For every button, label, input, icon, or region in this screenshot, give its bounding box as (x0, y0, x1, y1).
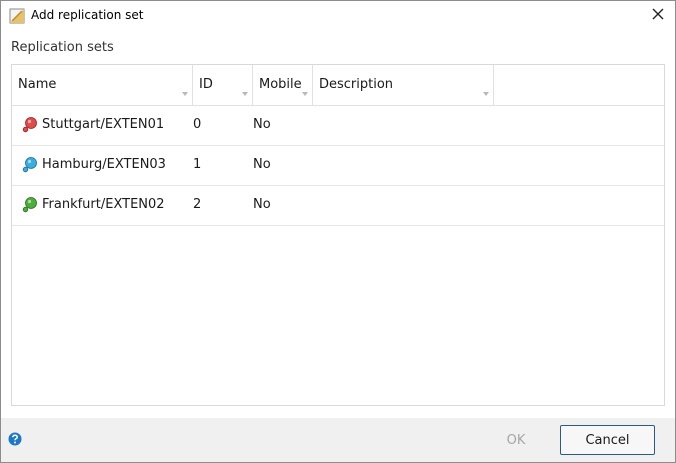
replication-sets-grid: Name ID Mobile Description Stuttgart/EXT… (11, 64, 665, 406)
cancel-button[interactable]: Cancel (560, 425, 655, 455)
row-mobile: No (253, 117, 271, 132)
location-pin-icon (22, 156, 38, 174)
sort-dropdown-icon[interactable] (182, 92, 188, 96)
sort-dropdown-icon[interactable] (302, 92, 308, 96)
column-header-mobile[interactable]: Mobile (253, 65, 313, 105)
column-header-label: Description (319, 77, 394, 92)
row-id: 2 (193, 197, 202, 212)
table-row[interactable]: Frankfurt/EXTEN02 2 No (12, 185, 664, 226)
sort-dropdown-icon[interactable] (242, 92, 248, 96)
ok-button[interactable]: OK (481, 425, 551, 455)
location-pin-icon (22, 196, 38, 214)
close-icon (652, 8, 664, 24)
add-replication-set-dialog: Add replication set Replication sets Nam… (0, 0, 676, 463)
column-header-label: Mobile (259, 77, 302, 92)
row-id: 1 (193, 157, 202, 172)
title-bar: Add replication set (1, 1, 675, 31)
help-icon[interactable] (8, 432, 22, 446)
column-header-name[interactable]: Name (12, 65, 193, 105)
sort-dropdown-icon[interactable] (483, 92, 489, 96)
table-row[interactable]: Hamburg/EXTEN03 1 No (12, 145, 664, 186)
row-name: Frankfurt/EXTEN02 (42, 197, 165, 212)
dialog-title: Add replication set (31, 8, 144, 22)
row-id: 0 (193, 117, 202, 132)
column-header-label: ID (199, 77, 213, 92)
row-mobile: No (253, 197, 271, 212)
dialog-icon (9, 8, 25, 24)
column-header-label: Name (18, 77, 57, 92)
row-name: Hamburg/EXTEN03 (42, 157, 166, 172)
row-mobile: No (253, 157, 271, 172)
section-label: Replication sets (11, 40, 114, 55)
grid-header: Name ID Mobile Description (12, 65, 664, 106)
column-header-id[interactable]: ID (193, 65, 253, 105)
table-row[interactable]: Stuttgart/EXTEN01 0 No (12, 105, 664, 146)
dialog-footer: OK Cancel (1, 418, 675, 462)
row-name: Stuttgart/EXTEN01 (42, 117, 165, 132)
location-pin-icon (22, 116, 38, 134)
close-button[interactable] (647, 5, 669, 27)
column-header-description[interactable]: Description (313, 65, 494, 105)
